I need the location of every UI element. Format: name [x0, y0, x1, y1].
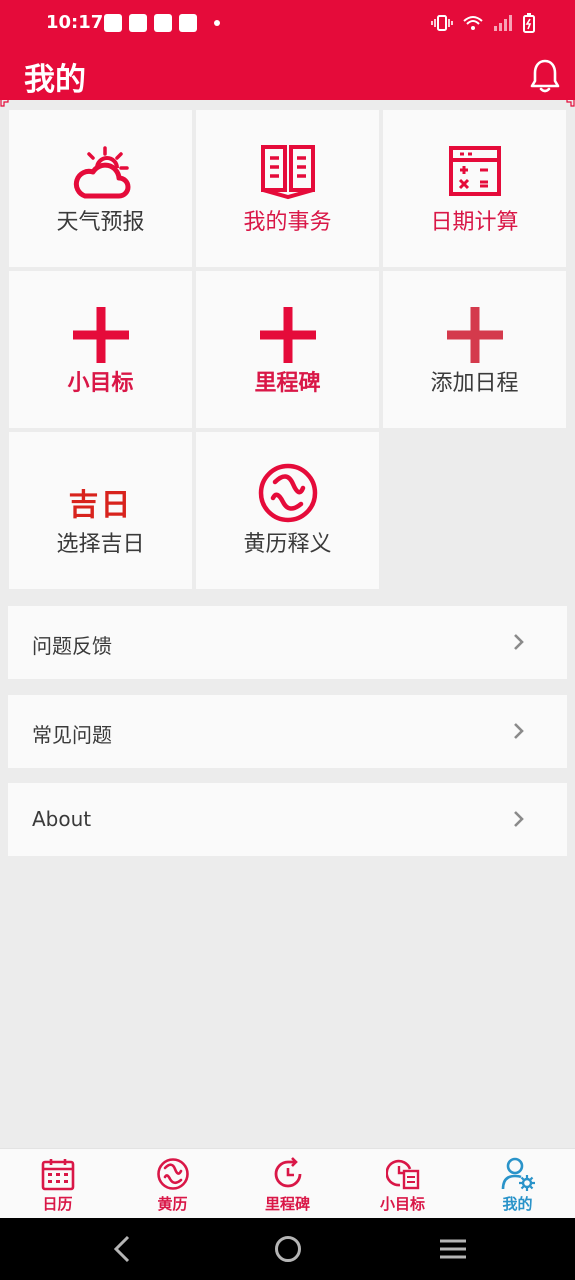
yin-yang-icon: [156, 1158, 189, 1190]
tab-label: 黄历: [157, 1195, 188, 1213]
notification-icon: [154, 14, 172, 32]
grid-item-date-calc[interactable]: 日期计算: [383, 110, 566, 267]
tab-label: 里程碑: [264, 1195, 310, 1213]
chevron-right-icon: [514, 723, 524, 739]
status-time: 10:17: [46, 12, 104, 33]
grid-item-label: 天气预报: [56, 210, 145, 235]
notification-icon: [129, 14, 147, 32]
bottom-tab-bar: 日历 黄历 里程碑 小目标 我的: [0, 1148, 575, 1218]
tab-almanac[interactable]: 黄历: [115, 1149, 230, 1219]
bell-icon[interactable]: [529, 58, 561, 94]
system-icons: [431, 13, 535, 33]
menu-item-label: 问题反馈: [32, 634, 112, 658]
feature-grid: 天气预报 我的事务 日期计算 小目标 里程碑 添加日程 吉日 选择吉日 黄历释义: [9, 110, 567, 590]
grid-item-small-goal[interactable]: 小目标: [9, 271, 192, 428]
grid-item-label: 里程碑: [254, 371, 321, 396]
menu-item-label: 常见问题: [32, 723, 112, 747]
tab-label: 小目标: [379, 1195, 425, 1213]
notification-icon: [179, 14, 197, 32]
plus-icon: [446, 307, 503, 363]
tab-label: 日历: [42, 1195, 73, 1213]
chevron-right-icon: [514, 811, 524, 827]
app-bar: 我的: [0, 46, 575, 100]
yin-yang-icon: [258, 463, 317, 523]
page-title: 我的: [24, 62, 86, 98]
grid-item-label: 黄历释义: [243, 532, 332, 557]
goal-calendar-icon: [385, 1159, 419, 1190]
menu-item-faq[interactable]: 常见问题: [8, 695, 567, 768]
back-icon[interactable]: [110, 1232, 134, 1266]
user-settings-icon: [501, 1157, 535, 1191]
tab-mine[interactable]: 我的: [460, 1149, 575, 1219]
vibrate-icon: [431, 15, 453, 31]
recents-menu-icon[interactable]: [438, 1232, 468, 1266]
grid-item-label: 添加日程: [430, 371, 519, 396]
signal-icon: [494, 15, 512, 31]
grid-item-label: 选择吉日: [56, 532, 145, 557]
status-bar: 10:17: [0, 0, 575, 46]
clock-refresh-icon: [274, 1157, 301, 1188]
plus-icon: [259, 307, 316, 363]
chevron-right-icon: [514, 634, 524, 650]
grid-item-almanac-explain[interactable]: 黄历释义: [196, 432, 379, 589]
tab-milestone[interactable]: 里程碑: [230, 1149, 345, 1219]
home-icon[interactable]: [273, 1232, 303, 1266]
menu-item-label: About: [32, 807, 92, 831]
battery-charging-icon: [523, 13, 535, 33]
book-icon: [260, 145, 315, 200]
notification-icons: [104, 14, 220, 32]
grid-item-lucky-day[interactable]: 吉日 选择吉日: [9, 432, 192, 589]
menu-item-about[interactable]: About: [8, 783, 567, 856]
calendar-icon: [41, 1159, 74, 1191]
grid-item-milestone[interactable]: 里程碑: [196, 271, 379, 428]
grid-item-label: 小目标: [67, 371, 134, 396]
notification-dot-icon: [214, 20, 220, 26]
menu-item-feedback[interactable]: 问题反馈: [8, 606, 567, 679]
tab-calendar[interactable]: 日历: [0, 1149, 115, 1219]
grid-item-label: 日期计算: [430, 210, 519, 235]
tab-small-goal[interactable]: 小目标: [345, 1149, 460, 1219]
system-nav-bar: [0, 1218, 575, 1280]
tab-label: 我的: [502, 1195, 533, 1213]
plus-icon: [72, 307, 129, 363]
calculator-icon: [448, 146, 501, 196]
grid-item-add-schedule[interactable]: 添加日程: [383, 271, 566, 428]
grid-item-label: 我的事务: [243, 210, 332, 235]
weather-cloud-sun-icon: [73, 146, 130, 199]
notification-icon: [104, 14, 122, 32]
grid-item-weather[interactable]: 天气预报: [9, 110, 192, 267]
wifi-icon: [463, 16, 483, 30]
grid-item-my-affairs[interactable]: 我的事务: [196, 110, 379, 267]
